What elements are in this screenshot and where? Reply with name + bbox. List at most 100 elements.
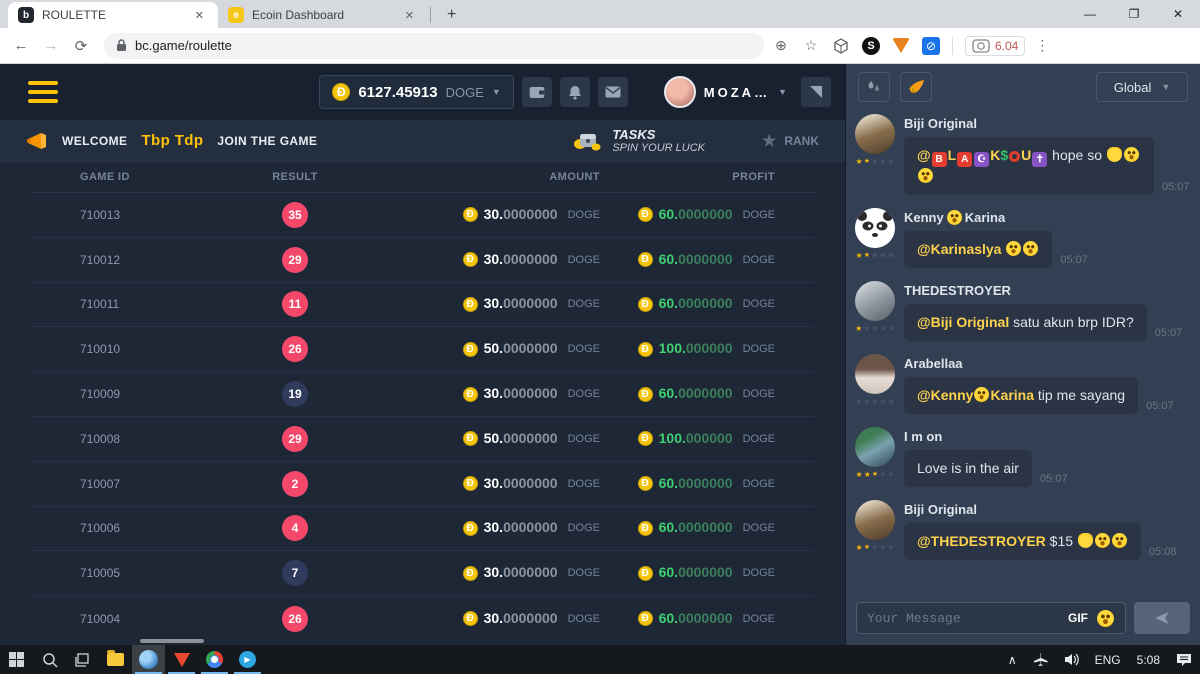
chat-username[interactable]: Biji Original	[904, 116, 1190, 131]
user-menu[interactable]: MOZA… ▼	[664, 76, 787, 108]
amount-integer: 30.	[484, 519, 503, 535]
telegram-button[interactable]: ▶	[231, 645, 264, 674]
browser-menu-icon[interactable]: ⋮	[1029, 37, 1055, 54]
gif-button[interactable]: GIF	[1068, 611, 1088, 625]
emoji-picker-button[interactable]	[1097, 610, 1114, 627]
profit-integer: 100.	[659, 340, 686, 356]
chat-username[interactable]: Arabellaa	[904, 356, 1190, 371]
result-cell: 2	[210, 471, 380, 497]
file-explorer-button[interactable]	[99, 645, 132, 674]
table-row[interactable]: 71001335Ð30.0000000DOGEÐ60.0000000DOGE	[30, 193, 815, 238]
chat-header: 0 Global ▼	[846, 64, 1200, 110]
chat-username[interactable]: KennyKarina	[904, 210, 1190, 225]
profit-currency: DOGE	[743, 209, 775, 221]
table-row[interactable]: 71000919Ð30.0000000DOGEÐ60.0000000DOGE	[30, 372, 815, 417]
table-row[interactable]: 71001026Ð50.0000000DOGEÐ100.000000DOGE	[30, 327, 815, 372]
avatar[interactable]	[855, 500, 895, 540]
profit-currency: DOGE	[743, 433, 775, 445]
profit-currency: DOGE	[743, 522, 775, 534]
chat-message-input[interactable]	[867, 611, 1060, 626]
tab-roulette[interactable]: b ROULETTE ✕	[8, 2, 218, 28]
doge-coin-icon: Ð	[638, 521, 653, 536]
doge-coin-icon: Ð	[463, 611, 478, 626]
tab-ecoin-dashboard[interactable]: e Ecoin Dashboard ✕	[218, 2, 428, 28]
taskbar-search-button[interactable]	[33, 645, 66, 674]
action-center-icon[interactable]	[1168, 653, 1200, 667]
reload-button[interactable]: ⟳	[68, 37, 94, 55]
profit-fraction: 000000	[686, 340, 733, 356]
chat-channel-select[interactable]: Global ▼	[1096, 72, 1188, 102]
window-minimize-button[interactable]: —	[1068, 0, 1112, 28]
avatar[interactable]	[855, 281, 895, 321]
amount-cell: Ð30.0000000DOGE	[380, 519, 600, 537]
amount-cell: Ð50.0000000DOGE	[380, 430, 600, 448]
tab-close-icon[interactable]: ✕	[191, 7, 208, 24]
start-button[interactable]	[0, 645, 33, 674]
task-view-button[interactable]	[66, 645, 99, 674]
clock[interactable]: 5:08	[1129, 653, 1168, 667]
chat-toggle-button[interactable]	[801, 77, 831, 107]
table-row[interactable]: 71000426Ð30.0000000DOGEÐ60.0000000DOGE	[30, 596, 815, 641]
forward-button[interactable]: →	[38, 37, 64, 54]
chat-username[interactable]: Biji Original	[904, 502, 1190, 517]
chat-username[interactable]: I m on	[904, 429, 1190, 444]
avatar[interactable]	[855, 114, 895, 154]
window-restore-button[interactable]: ❐	[1112, 0, 1156, 28]
send-message-button[interactable]	[1134, 602, 1190, 634]
table-row[interactable]: 71001111Ð30.0000000DOGEÐ60.0000000DOGE	[30, 283, 815, 328]
extension-cube-icon[interactable]	[828, 38, 854, 54]
zoom-page-icon[interactable]: ⊕	[768, 37, 794, 54]
doge-coin-icon: Ð	[463, 431, 478, 446]
windows-logo-icon	[9, 652, 24, 667]
table-row[interactable]: 71001229Ð30.0000000DOGEÐ60.0000000DOGE	[30, 238, 815, 283]
chat-toggle-icon	[808, 84, 824, 100]
chrome-button[interactable]	[198, 645, 231, 674]
volume-icon[interactable]	[1056, 653, 1087, 666]
extension-s-icon[interactable]: S	[858, 37, 884, 55]
tasks-widget[interactable]: TASKS SPIN YOUR LUCK	[572, 127, 705, 154]
window-close-button[interactable]: ✕	[1156, 0, 1200, 28]
hamburger-menu-icon[interactable]	[28, 81, 58, 103]
profit-currency: DOGE	[743, 343, 775, 355]
fireball-button[interactable]: 0	[900, 72, 932, 102]
active-browser-button[interactable]	[132, 645, 165, 674]
amount-fraction: 0000000	[503, 475, 558, 491]
rain-button[interactable]	[858, 72, 890, 102]
browser-globe-icon	[139, 650, 158, 669]
bookmark-star-icon[interactable]: ☆	[798, 37, 824, 54]
table-row[interactable]: 71000829Ð50.0000000DOGEÐ100.000000DOGE	[30, 417, 815, 462]
profit-fraction: 0000000	[678, 475, 733, 491]
back-button[interactable]: ←	[8, 37, 34, 54]
chat-username[interactable]: THEDESTROYER	[904, 283, 1190, 298]
wallet-button[interactable]	[522, 77, 552, 107]
avatar[interactable]	[855, 354, 895, 394]
wallet-extension-badge[interactable]: 6.04	[965, 36, 1025, 56]
table-row[interactable]: 7100072Ð30.0000000DOGEÐ60.0000000DOGE	[30, 462, 815, 507]
chat-input-wrap[interactable]: GIF	[856, 602, 1126, 634]
balance-selector[interactable]: Ð 6127.45913 DOGE ▼	[319, 75, 513, 109]
adblock-extension-icon[interactable]: ⊘	[918, 37, 944, 55]
rank-widget[interactable]: ★ RANK	[762, 131, 819, 151]
avatar[interactable]	[855, 208, 895, 248]
horizontal-scrollbar[interactable]	[140, 639, 204, 643]
airplane-mode-icon[interactable]	[1025, 652, 1056, 667]
notifications-button[interactable]	[560, 77, 590, 107]
tab-close-icon[interactable]: ✕	[401, 7, 418, 24]
new-tab-button[interactable]: +	[437, 6, 466, 24]
table-row[interactable]: 7100057Ð30.0000000DOGEÐ60.0000000DOGE	[30, 551, 815, 596]
mail-button[interactable]	[598, 77, 628, 107]
address-bar[interactable]: bc.game/roulette	[104, 33, 764, 59]
wallet-extension-icon	[972, 39, 990, 53]
brave-icon	[174, 653, 190, 667]
chevron-down-icon: ▼	[1161, 82, 1170, 92]
avatar[interactable]	[855, 427, 895, 467]
language-indicator[interactable]: ENG	[1087, 653, 1129, 667]
result-number-badge: 35	[282, 202, 308, 228]
table-row[interactable]: 7100064Ð30.0000000DOGEÐ60.0000000DOGE	[30, 507, 815, 552]
brave-browser-button[interactable]	[165, 645, 198, 674]
emoji-joy-icon	[1095, 533, 1110, 548]
tray-show-hidden-icons[interactable]: ∧	[1000, 653, 1025, 667]
metamask-fox-icon[interactable]	[888, 38, 914, 53]
letter-box-icon: A	[957, 152, 972, 167]
windows-taskbar: ▶ ∧ ENG 5:08	[0, 645, 1200, 674]
